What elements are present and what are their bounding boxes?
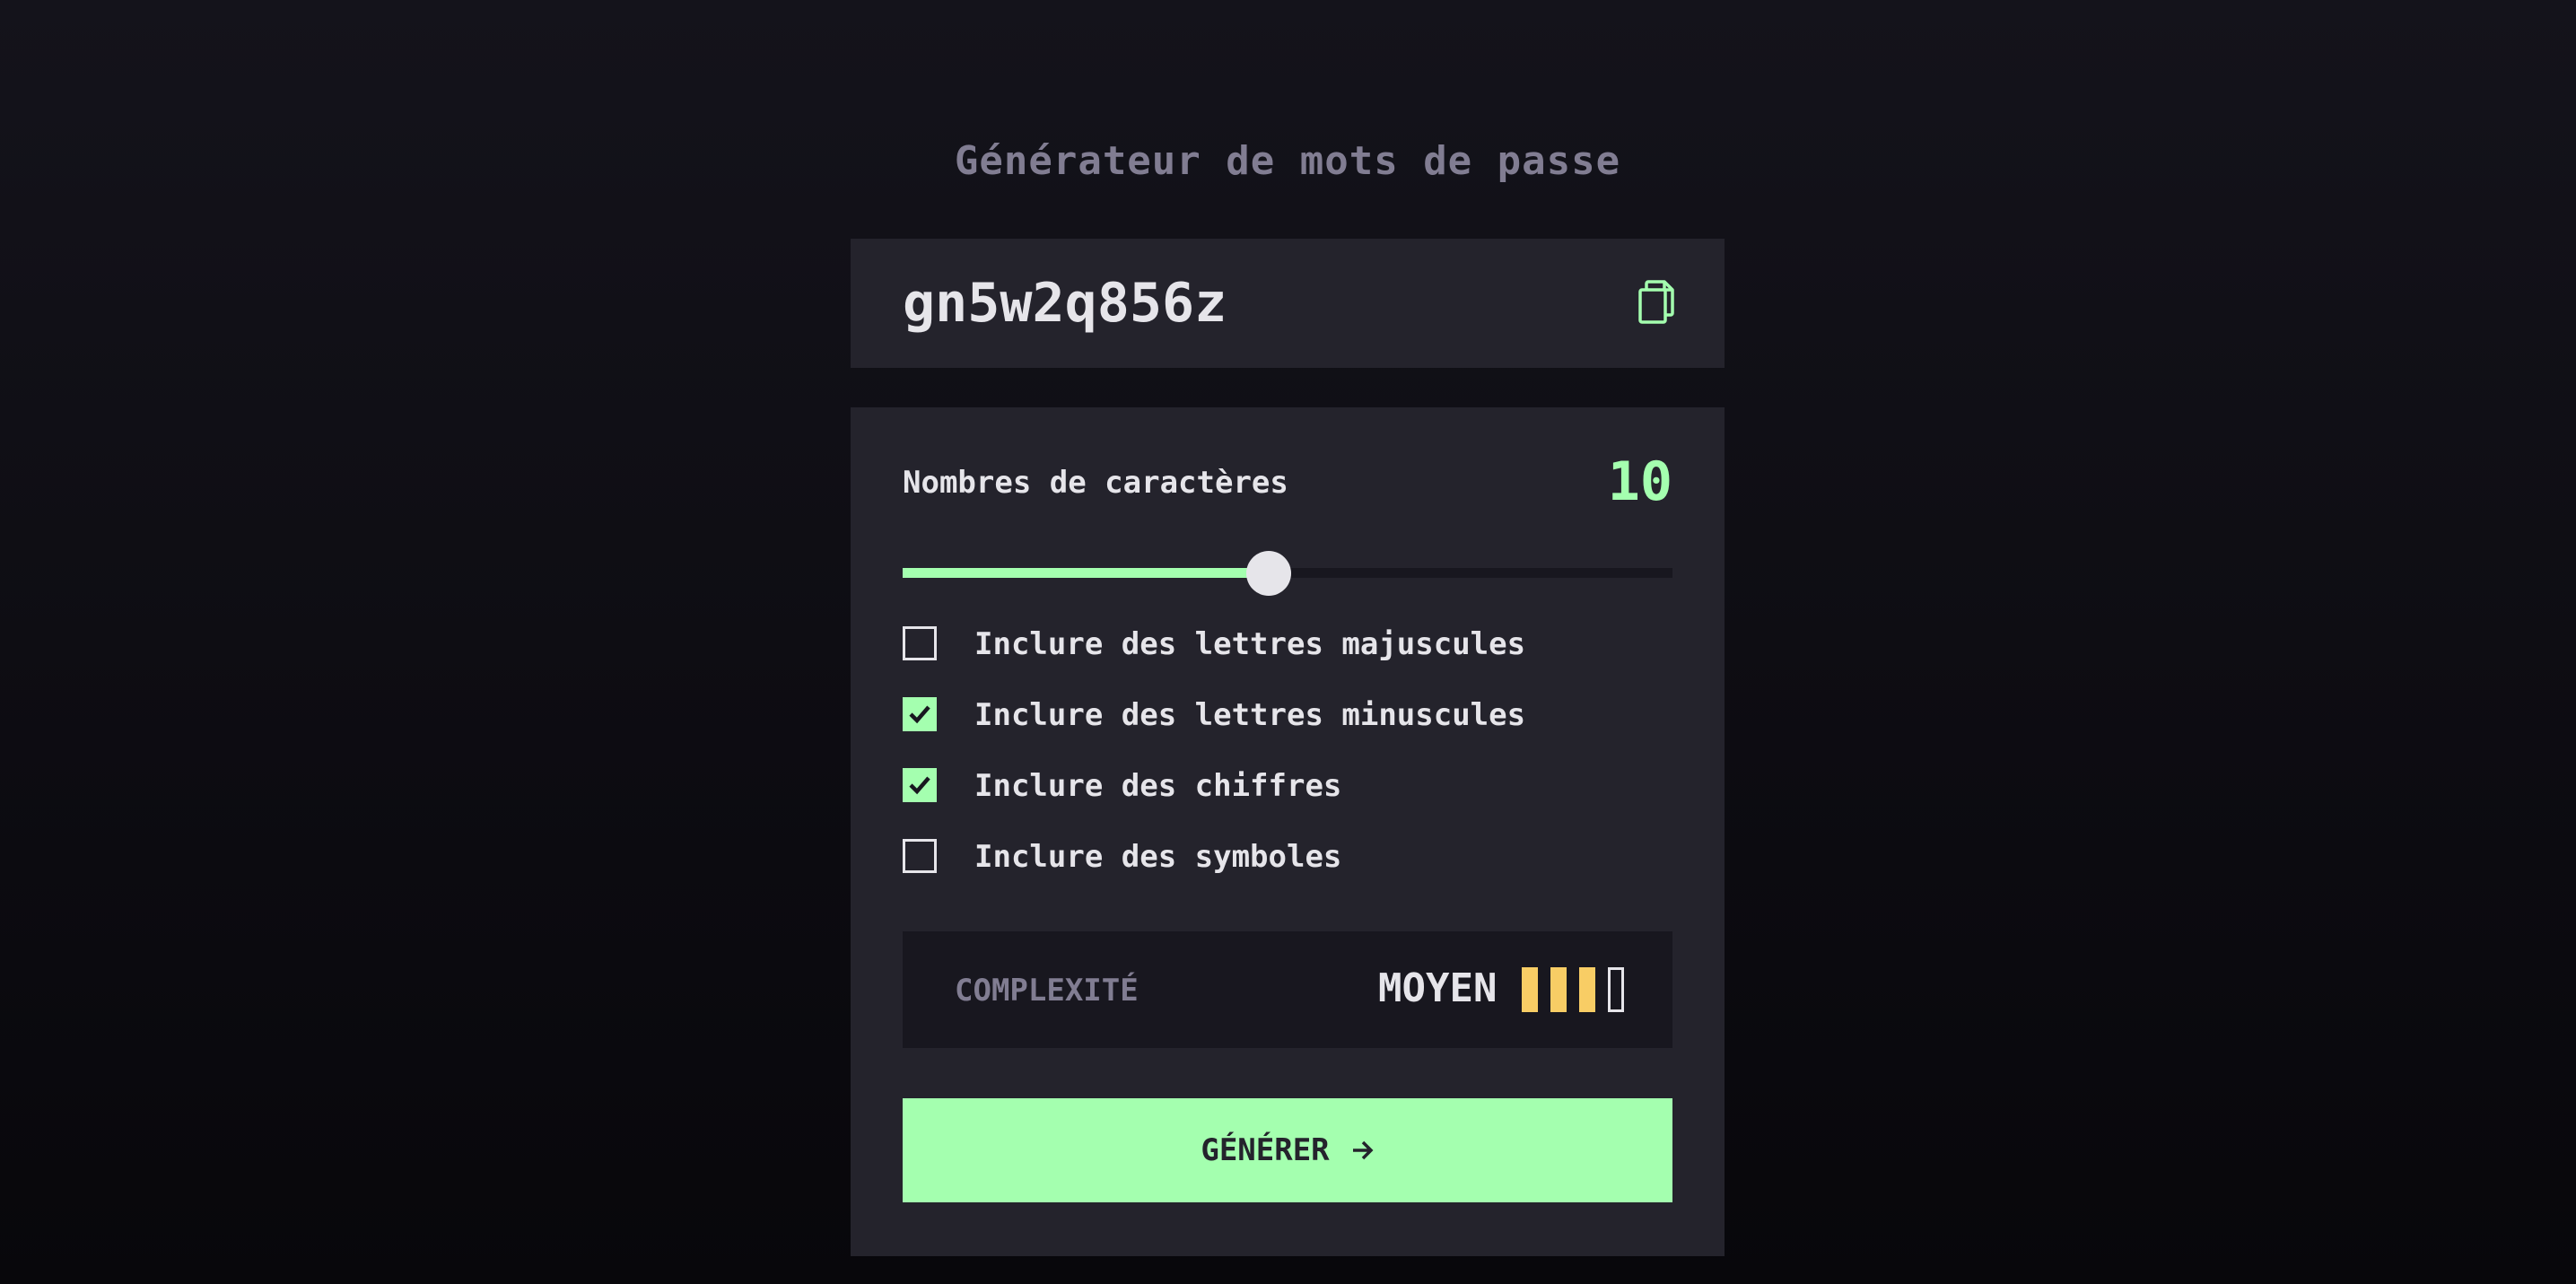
slider-thumb[interactable]	[1245, 551, 1291, 596]
strength-meter: COMPLEXITÉ MOYEN	[903, 931, 1672, 1048]
check-icon	[909, 705, 930, 724]
strength-value: MOYEN	[1378, 965, 1498, 1011]
slider-fill	[903, 568, 1269, 578]
option-numbers[interactable]: Inclure des chiffres	[903, 766, 1672, 806]
strength-bar	[1550, 967, 1567, 1012]
arrow-right-icon	[1353, 1140, 1374, 1160]
symbols-checkbox[interactable]	[903, 839, 937, 873]
option-symbols[interactable]: Inclure des symboles	[903, 837, 1672, 877]
option-lowercase[interactable]: Inclure des lettres minuscules	[903, 695, 1672, 735]
copy-button[interactable]	[1637, 280, 1681, 327]
strength-label: COMPLEXITÉ	[955, 973, 1139, 1009]
strength-bar	[1579, 967, 1595, 1012]
settings-panel: Nombres de caractères 10 Inclure des let…	[851, 407, 1725, 1256]
uppercase-checkbox[interactable]	[903, 626, 937, 660]
strength-bar	[1608, 967, 1624, 1012]
option-symbols-label: Inclure des symboles	[974, 839, 1342, 875]
option-uppercase[interactable]: Inclure des lettres majuscules	[903, 625, 1672, 664]
generate-button[interactable]: GÉNÉRER	[903, 1098, 1672, 1202]
length-slider[interactable]	[903, 551, 1672, 596]
numbers-checkbox[interactable]	[903, 768, 937, 802]
lowercase-checkbox[interactable]	[903, 697, 937, 731]
strength-bar	[1522, 967, 1538, 1012]
option-numbers-label: Inclure des chiffres	[974, 768, 1342, 804]
copy-icon	[1638, 280, 1674, 324]
option-lowercase-label: Inclure des lettres minuscules	[974, 697, 1526, 733]
page-title: Générateur de mots de passe	[954, 138, 1621, 184]
generate-label: GÉNÉRER	[1201, 1132, 1330, 1168]
check-icon	[909, 776, 930, 795]
generated-password: gn5w2q856z	[903, 272, 1227, 335]
option-uppercase-label: Inclure des lettres majuscules	[974, 626, 1526, 662]
length-value: 10	[1607, 450, 1672, 513]
length-label: Nombres de caractères	[903, 465, 1288, 501]
password-output: gn5w2q856z	[851, 239, 1725, 368]
